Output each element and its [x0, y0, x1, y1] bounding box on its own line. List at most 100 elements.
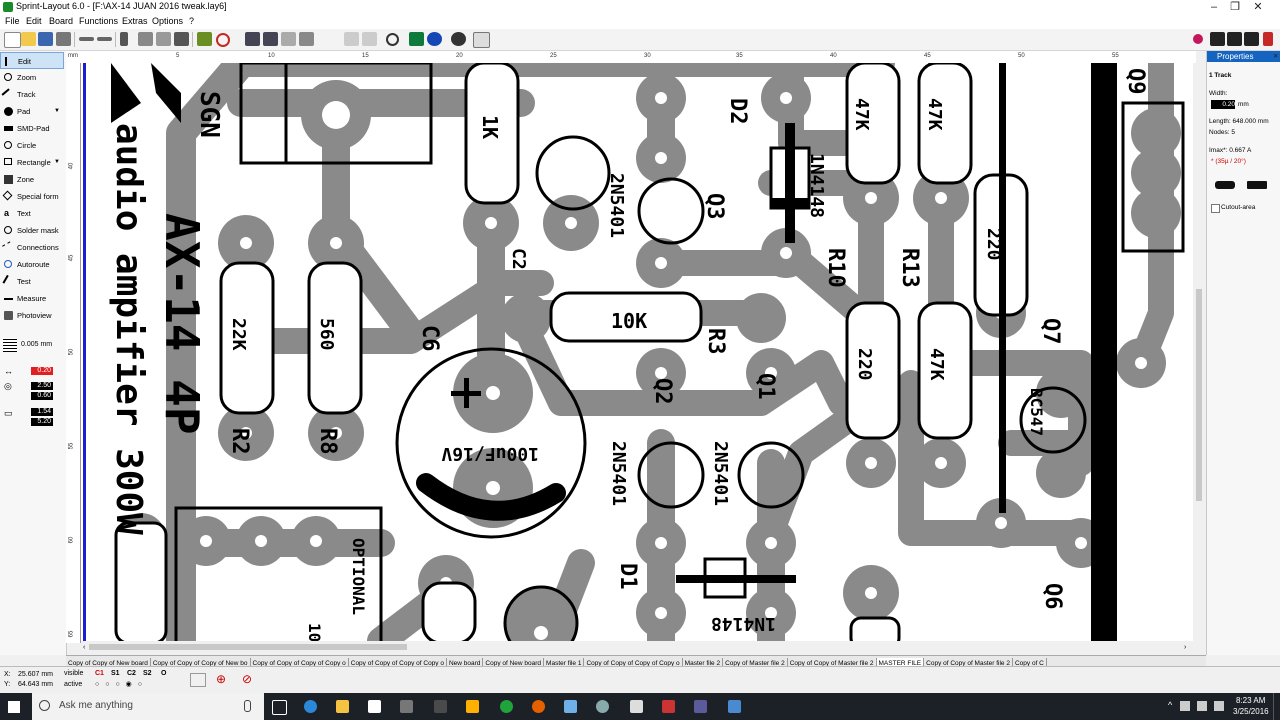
tool-zoom[interactable]: Zoom [0, 69, 64, 86]
redo-icon[interactable] [97, 37, 112, 41]
duplicate-icon[interactable] [197, 32, 212, 46]
cut-icon[interactable] [120, 32, 128, 46]
tool-measure[interactable]: Measure [0, 290, 64, 307]
crosshair-icon[interactable]: ⊕ [216, 672, 232, 686]
pcb-layout[interactable]: SGN D2 1N4148 1K 2N5401 Q3 C2 47K 47K R1… [81, 63, 1193, 641]
tray-chevron-icon[interactable]: ^ [1168, 700, 1172, 710]
file-explorer-icon[interactable] [336, 700, 349, 713]
firefox-icon[interactable] [532, 700, 545, 713]
layer-c2-label[interactable]: C2 [127, 670, 136, 677]
pad-outer-value[interactable]: 2.50 [31, 382, 53, 390]
edge-icon[interactable] [304, 700, 317, 713]
media-icon[interactable] [466, 700, 479, 713]
group-icon[interactable] [344, 32, 359, 46]
print-icon[interactable] [56, 32, 71, 46]
clock-time[interactable]: 8:23 AM [1236, 696, 1265, 705]
cutout-checkbox[interactable] [1211, 204, 1220, 213]
tool-autoroute[interactable]: Autoroute [0, 256, 64, 273]
layer-active-icon[interactable] [1263, 32, 1273, 46]
layer-s1-label[interactable]: S1 [111, 670, 120, 677]
smd-width-value[interactable]: 1.54 [31, 408, 53, 416]
show-desktop-button[interactable] [1273, 693, 1280, 720]
volume-icon[interactable] [1197, 701, 1207, 711]
save-icon[interactable] [38, 32, 53, 46]
align-icon[interactable] [281, 32, 296, 46]
ungroup-icon[interactable] [362, 32, 377, 46]
tool-zone[interactable]: Zone [0, 171, 64, 188]
zoom-tool-icon[interactable] [386, 33, 399, 46]
vertical-scrollbar[interactable] [1193, 63, 1205, 641]
snap-icon[interactable] [299, 32, 314, 46]
menu-edit[interactable]: Edit [26, 16, 42, 26]
flat-end-button[interactable] [1247, 181, 1267, 189]
layer-c2-icon[interactable] [1227, 32, 1242, 46]
pcb-canvas[interactable]: SGN D2 1N4148 1K 2N5401 Q3 C2 47K 47K R1… [81, 63, 1193, 641]
rubberband-icon[interactable] [190, 673, 206, 687]
search-box[interactable]: Ask me anything [32, 693, 264, 720]
menu-help[interactable]: ? [189, 16, 194, 26]
width-input[interactable]: 0.20 [1211, 100, 1235, 109]
tool-edit[interactable]: Edit [0, 52, 64, 69]
copy-icon[interactable] [138, 32, 153, 46]
app-icon-3[interactable] [564, 700, 577, 713]
close-button[interactable]: ✕ [1236, 0, 1280, 15]
rotate-icon[interactable] [216, 33, 230, 47]
task-view-icon[interactable] [272, 700, 287, 715]
network-icon[interactable] [1180, 701, 1190, 711]
app-icon-2[interactable] [434, 700, 447, 713]
tool-text[interactable]: a Text [0, 205, 64, 222]
layer-c1-label[interactable]: C1 [95, 670, 104, 677]
grid-size[interactable]: 0.005 mm [21, 341, 52, 348]
open-icon[interactable] [21, 32, 36, 46]
app-icon-7[interactable] [728, 700, 741, 713]
new-icon[interactable] [4, 32, 21, 48]
layer-s2-label[interactable]: S2 [143, 670, 152, 677]
tool-pad[interactable]: Pad ▼ [0, 103, 64, 120]
paste-icon[interactable] [156, 32, 171, 46]
pad-inner-value[interactable]: 0.60 [31, 392, 53, 400]
tool-connections[interactable]: Connections [0, 239, 64, 256]
tool-photoview[interactable]: Photoview [0, 307, 64, 324]
undo-icon[interactable] [79, 37, 94, 41]
delete-icon[interactable] [174, 32, 189, 46]
tool-smd-pad[interactable]: SMD-Pad [0, 120, 64, 137]
track-width-value[interactable]: 0.20 [31, 367, 53, 375]
store-icon[interactable] [368, 700, 381, 713]
layer-radios[interactable]: ○○○◉○ [95, 680, 148, 688]
menu-extras[interactable]: Extras [122, 16, 148, 26]
app-icon-1[interactable] [400, 700, 413, 713]
clock-date[interactable]: 3/25/2016 [1233, 707, 1269, 716]
horizontal-scrollbar[interactable]: ‹ › [81, 641, 1193, 653]
tool-special-form[interactable]: Special form [0, 188, 64, 205]
tool-circle[interactable]: Circle [0, 137, 64, 154]
menu-options[interactable]: Options [152, 16, 183, 26]
date-icon[interactable] [473, 32, 490, 48]
sprint-layout-icon[interactable] [500, 700, 513, 713]
menu-file[interactable]: File [5, 16, 20, 26]
smd-height-value[interactable]: 5.20 [31, 418, 53, 426]
windows-start-icon[interactable] [8, 701, 20, 713]
grid-icon[interactable] [3, 338, 17, 352]
menu-board[interactable]: Board [49, 16, 73, 26]
microphone-icon[interactable] [244, 700, 251, 712]
app-icon-6[interactable] [694, 700, 707, 713]
tool-test[interactable]: Test [0, 273, 64, 290]
mirror-h-icon[interactable] [245, 32, 260, 46]
layer-o-icon[interactable] [1244, 32, 1259, 46]
tool-solder-mask[interactable]: Solder mask [0, 222, 64, 239]
mirror-v-icon[interactable] [263, 32, 278, 46]
round-end-button[interactable] [1215, 181, 1235, 189]
color-icon[interactable] [1193, 34, 1203, 44]
keyboard-icon[interactable] [1214, 701, 1224, 711]
drc-icon[interactable] [409, 32, 424, 46]
tool-track[interactable]: Track [0, 86, 64, 103]
no-connections-icon[interactable]: ⊘ [242, 672, 258, 686]
app-icon-4[interactable] [596, 700, 609, 713]
properties-close-icon[interactable]: ✕ [1273, 52, 1278, 60]
calculator-icon[interactable] [630, 700, 643, 713]
layer-o-label[interactable]: O [161, 670, 166, 677]
app-icon-5[interactable] [662, 700, 675, 713]
tool-rectangle[interactable]: Rectangle ▼ [0, 154, 64, 171]
info-icon[interactable] [427, 32, 442, 46]
settings-icon[interactable] [451, 32, 466, 46]
